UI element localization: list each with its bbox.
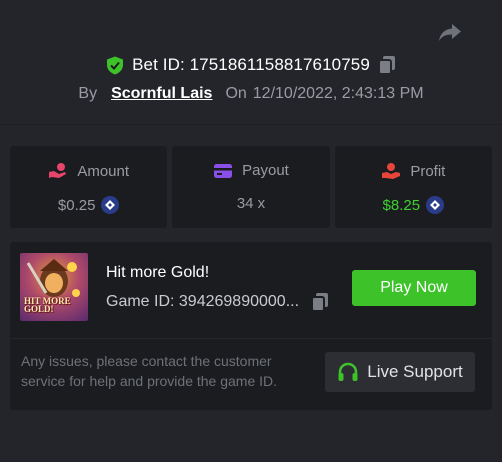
thumbnail-title: HIT MORE GOLD! bbox=[24, 296, 71, 314]
card-icon bbox=[214, 163, 233, 178]
payout-stat: Payout 34 x bbox=[172, 146, 330, 228]
bet-stats: Amount $0.25 Payout 34 x Profit $8.25 bbox=[10, 146, 492, 228]
bet-author-row: By Scornful Lais On 12/10/2022, 2:43:13 … bbox=[0, 82, 502, 106]
card-divider bbox=[10, 338, 492, 339]
copy-game-id-button[interactable] bbox=[311, 292, 329, 312]
hand-coin-icon bbox=[49, 163, 67, 178]
headset-icon bbox=[338, 362, 358, 381]
game-id: Game ID: 394269890000... bbox=[106, 293, 300, 310]
share-button[interactable] bbox=[436, 20, 464, 44]
game-title: Hit more Gold! bbox=[106, 264, 210, 281]
profit-stat: Profit $8.25 bbox=[334, 146, 492, 228]
profit-label: Profit bbox=[410, 162, 446, 180]
game-card: HIT MORE GOLD! Hit more Gold! Game ID: 3… bbox=[10, 242, 492, 410]
header-divider bbox=[0, 124, 502, 125]
play-now-button[interactable]: Play Now bbox=[352, 270, 476, 306]
share-arrow-icon bbox=[439, 24, 461, 41]
payout-value: 34 x bbox=[236, 195, 266, 212]
game-id-row: Game ID: 394269890000... bbox=[106, 292, 329, 312]
shield-check-icon bbox=[107, 56, 124, 74]
coin-icon bbox=[426, 196, 445, 214]
help-text: Any issues, please contact the customer … bbox=[21, 353, 278, 389]
amount-stat: Amount $0.25 bbox=[10, 146, 168, 228]
copy-icon bbox=[311, 293, 329, 312]
amount-value: $0.25 bbox=[57, 196, 96, 214]
username-link[interactable]: Scornful Lais bbox=[111, 85, 212, 103]
bet-id-row: Bet ID: 1751861158817610759 bbox=[0, 52, 502, 78]
amount-label: Amount bbox=[77, 162, 130, 180]
by-label: By bbox=[78, 85, 98, 102]
game-thumbnail[interactable]: HIT MORE GOLD! bbox=[20, 253, 88, 321]
copy-icon bbox=[377, 56, 395, 75]
profit-value: $8.25 bbox=[382, 196, 421, 214]
copy-bet-id-button[interactable] bbox=[377, 55, 396, 75]
live-support-button[interactable]: Live Support bbox=[325, 352, 475, 392]
bet-id: Bet ID: 1751861158817610759 bbox=[132, 55, 370, 74]
payout-label: Payout bbox=[242, 162, 289, 179]
profit-hand-icon bbox=[382, 163, 401, 179]
bet-timestamp: 12/10/2022, 2:43:13 PM bbox=[252, 85, 424, 102]
coin-icon bbox=[101, 196, 120, 214]
on-label: On bbox=[225, 85, 247, 102]
live-support-label: Live Support bbox=[367, 362, 463, 381]
